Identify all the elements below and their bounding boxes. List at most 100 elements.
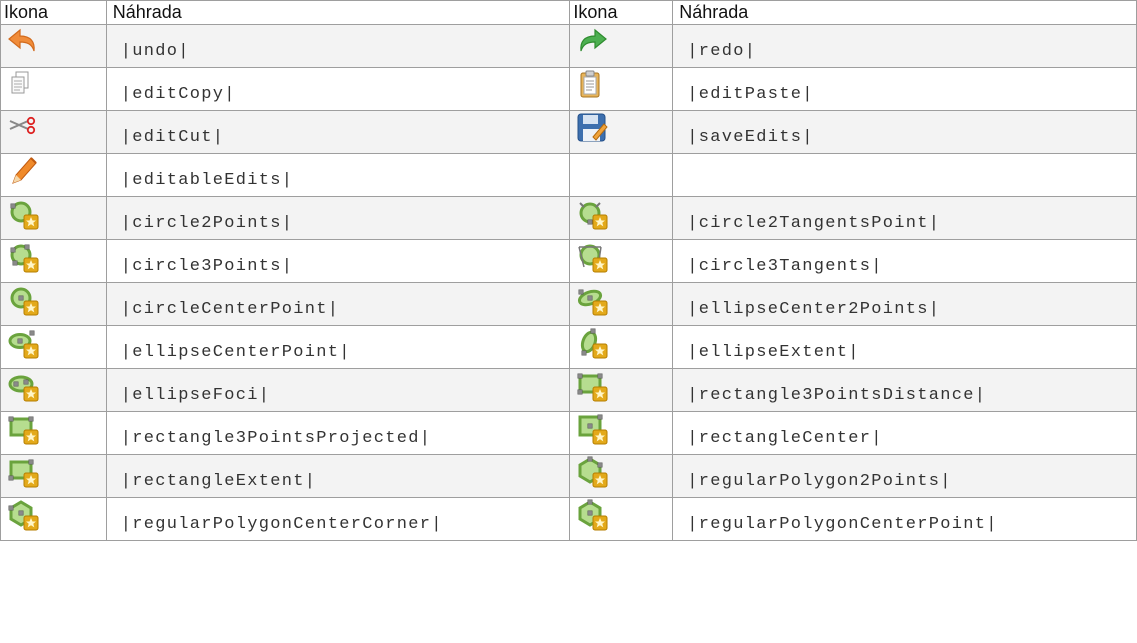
replacement-cell: |regularPolygonCenterCorner| (105, 497, 571, 541)
regular-polygon-2-points-icon (576, 456, 608, 488)
circle-2-tangents-point-icon (576, 198, 608, 230)
replacement-code: |ellipseCenter2Points| (687, 300, 941, 319)
replacement-code: |editPaste| (687, 85, 814, 104)
replacement-cell: |regularPolygon2Points| (672, 454, 1137, 498)
replacement-code: |editableEdits| (120, 171, 294, 190)
regular-polygon-center-point-icon (576, 499, 608, 531)
replacement-cell: |circle2TangentsPoint| (672, 196, 1137, 240)
replacement-code: |rectangleExtent| (120, 472, 317, 491)
replacement-cell: |ellipseCenter2Points| (672, 282, 1137, 326)
replacement-code: |regularPolygonCenterPoint| (687, 515, 998, 534)
replacement-code: |rectangle3PointsDistance| (687, 386, 987, 405)
replacement-code: |redo| (687, 42, 757, 61)
icon-cell (0, 497, 107, 541)
icon-cell (0, 239, 107, 283)
replacement-cell: |regularPolygonCenterPoint| (672, 497, 1137, 541)
scissors-icon (7, 112, 39, 144)
icon-cell (569, 239, 674, 283)
replacement-code: |ellipseFoci| (120, 386, 271, 405)
ellipse-center-point-icon (7, 327, 39, 359)
icon-cell (0, 325, 107, 369)
icon-replacement-table: Ikona Náhrada Ikona Náhrada |undo| |redo|… (0, 0, 1137, 541)
replacement-code: |circle3Points| (120, 257, 294, 276)
replacement-cell (672, 153, 1137, 197)
header-icon-left: Ikona (0, 0, 107, 25)
table-row: |rectangleExtent| |regularPolygon2Points| (0, 454, 1137, 498)
replacement-code: |saveEdits| (687, 128, 814, 147)
icon-cell (0, 24, 107, 68)
table-row: |editCopy| |editPaste| (0, 67, 1137, 111)
replacement-code: |circleCenterPoint| (120, 300, 340, 319)
table-row: |ellipseCenterPoint| |ellipseExtent| (0, 325, 1137, 369)
replacement-cell: |undo| (105, 24, 571, 68)
replacement-cell: |circle3Points| (105, 239, 571, 283)
replacement-cell: |redo| (672, 24, 1137, 68)
table-row: |regularPolygonCenterCorner| |regularPoly… (0, 497, 1137, 541)
replacement-cell: |editCopy| (105, 67, 571, 111)
icon-cell (0, 110, 107, 154)
icon-cell (0, 153, 107, 197)
rectangle-3-points-projected-icon (7, 413, 39, 445)
paste-clipboard-icon (576, 69, 608, 101)
icon-cell (569, 196, 674, 240)
icon-cell (569, 368, 674, 412)
icon-cell (569, 110, 674, 154)
icon-cell (0, 67, 107, 111)
replacement-cell: |rectangleExtent| (105, 454, 571, 498)
replacement-code: |rectangle3PointsProjected| (120, 429, 432, 448)
pencil-icon (7, 155, 39, 187)
replacement-cell: |rectangle3PointsDistance| (672, 368, 1137, 412)
ellipse-center-2-points-icon (576, 284, 608, 316)
replacement-cell: |circle3Tangents| (672, 239, 1137, 283)
header-replacement-left: Náhrada (105, 0, 571, 25)
replacement-code: |undo| (120, 42, 190, 61)
replacement-code: |circle2TangentsPoint| (687, 214, 941, 233)
icon-cell (569, 325, 674, 369)
table-row: |editCut| |saveEdits| (0, 110, 1137, 154)
circle-center-point-icon (7, 284, 39, 316)
replacement-code: |editCopy| (120, 85, 236, 104)
replacement-cell: |editCut| (105, 110, 571, 154)
regular-polygon-center-corner-icon (7, 499, 39, 531)
icon-cell (569, 497, 674, 541)
replacement-cell: |ellipseCenterPoint| (105, 325, 571, 369)
circle-3-points-icon (7, 241, 39, 273)
replacement-cell: |editableEdits| (105, 153, 571, 197)
circle-3-tangents-icon (576, 241, 608, 273)
replacement-code: |editCut| (120, 128, 225, 147)
icon-cell (569, 24, 674, 68)
table-row: |circle2Points| |circle2TangentsPoint| (0, 196, 1137, 240)
replacement-cell: |saveEdits| (672, 110, 1137, 154)
copy-document-icon (7, 69, 39, 101)
table-row: |rectangle3PointsProjected| |rectangleCen… (0, 411, 1137, 455)
replacement-cell: |circle2Points| (105, 196, 571, 240)
table-row: |circleCenterPoint| |ellipseCenter2Points… (0, 282, 1137, 326)
replacement-cell: |rectangle3PointsProjected| (105, 411, 571, 455)
icon-cell (0, 196, 107, 240)
replacement-code: |ellipseExtent| (687, 343, 860, 362)
rectangle-extent-icon (7, 456, 39, 488)
ellipse-foci-icon (7, 370, 39, 402)
redo-arrow-icon (576, 26, 608, 58)
ellipse-extent-icon (576, 327, 608, 359)
replacement-code: |ellipseCenterPoint| (120, 343, 351, 362)
replacement-code: |rectangleCenter| (687, 429, 883, 448)
icon-cell (569, 67, 674, 111)
replacement-code: |regularPolygonCenterCorner| (120, 515, 443, 534)
table-row: |undo| |redo| (0, 24, 1137, 68)
circle-2-points-icon (7, 198, 39, 230)
floppy-save-icon (576, 112, 609, 144)
header-row: Ikona Náhrada Ikona Náhrada (0, 0, 1137, 25)
table-row: |editableEdits| (0, 153, 1137, 197)
icon-cell (0, 282, 107, 326)
replacement-code: |regularPolygon2Points| (687, 472, 952, 491)
icon-cell (569, 454, 674, 498)
undo-arrow-icon (7, 26, 39, 58)
icon-cell (569, 282, 674, 326)
icon-cell (0, 411, 107, 455)
header-icon-right: Ikona (569, 0, 674, 25)
rectangle-3-points-distance-icon (576, 370, 608, 402)
replacement-cell: |circleCenterPoint| (105, 282, 571, 326)
icon-cell (0, 454, 107, 498)
replacement-cell: |rectangleCenter| (672, 411, 1137, 455)
